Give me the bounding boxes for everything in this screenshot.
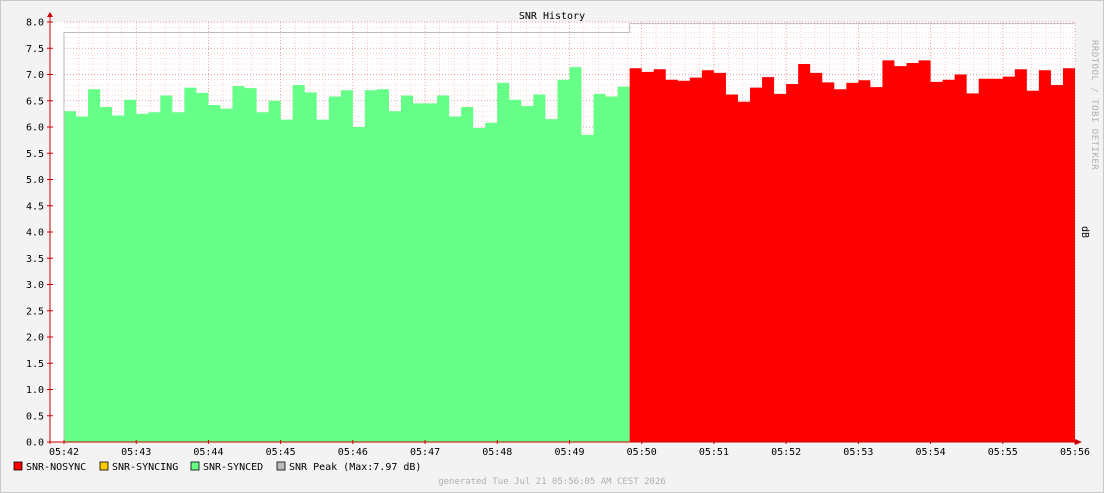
y-tick-labels: 0.0 0.5 1.0 1.5 2.0 2.5 3.0 3.5 4.0 4.5 5.0 5.5 6.0 6… bbox=[26, 18, 53, 449]
y-axis-label: dB bbox=[1079, 226, 1090, 238]
series-area-nosync bbox=[629, 60, 1075, 442]
y-tick-label: 7.5 bbox=[26, 44, 44, 55]
x-tick-label: 05:45 bbox=[266, 447, 296, 458]
x-tick-label: 05:50 bbox=[627, 447, 657, 458]
y-tick-label: 3.0 bbox=[26, 280, 44, 291]
x-tick-label: 05:52 bbox=[771, 447, 801, 458]
series-area-synced bbox=[64, 67, 630, 443]
y-tick-label: 2.5 bbox=[26, 306, 44, 317]
y-tick-label: 6.0 bbox=[26, 123, 44, 134]
legend-label-syncing: SNR-SYNCING bbox=[112, 462, 178, 473]
y-tick-label: 0.5 bbox=[26, 411, 44, 422]
x-tick-label: 05:44 bbox=[193, 447, 223, 458]
x-tick-label: 05:56 bbox=[1060, 447, 1090, 458]
y-tick-label: 6.5 bbox=[26, 96, 44, 107]
y-tick-label: 4.0 bbox=[26, 228, 44, 239]
x-tick-label: 05:43 bbox=[121, 447, 151, 458]
x-tick-labels: 05:42 05:43 05:44 05:45 05:46 05:47 05:48 05:49… bbox=[49, 440, 1090, 458]
y-tick-label: 1.5 bbox=[26, 359, 44, 370]
y-axis-arrow bbox=[47, 12, 53, 17]
x-tick-label: 05:42 bbox=[49, 447, 79, 458]
series-areas bbox=[64, 60, 1075, 443]
x-tick-label: 05:55 bbox=[988, 447, 1018, 458]
rrdtool-credit: RRDTOOL / TOBI OETIKER bbox=[1089, 40, 1099, 170]
y-tick-label: 3.5 bbox=[26, 254, 44, 265]
y-tick-label: 7.0 bbox=[26, 70, 44, 81]
legend-swatch-peak bbox=[276, 461, 286, 471]
y-tick-label: 4.5 bbox=[26, 201, 44, 212]
x-tick-label: 05:49 bbox=[554, 447, 584, 458]
y-tick-label: 8.0 bbox=[26, 18, 44, 29]
y-tick-label: 5.5 bbox=[26, 149, 44, 160]
x-tick-label: 05:53 bbox=[843, 447, 873, 458]
x-tick-label: 05:48 bbox=[482, 447, 512, 458]
y-tick-label: 5.0 bbox=[26, 175, 44, 186]
x-tick-label: 05:46 bbox=[338, 447, 368, 458]
y-tick-label: 1.0 bbox=[26, 385, 44, 396]
y-tick-label: 0.0 bbox=[26, 438, 44, 449]
x-tick-label: 05:47 bbox=[410, 447, 440, 458]
legend-swatch-syncing bbox=[99, 461, 109, 471]
x-tick-label: 05:51 bbox=[699, 447, 729, 458]
x-axis-arrow bbox=[1075, 439, 1082, 445]
legend-label-synced: SNR-SYNCED bbox=[203, 462, 263, 473]
x-tick-label: 05:54 bbox=[916, 447, 946, 458]
legend: SNR-NOSYNC SNR-SYNCING SNR-SYNCED SNR Peak … bbox=[13, 461, 421, 473]
generated-timestamp: generated Tue Jul 21 05:56:05 AM CEST 20… bbox=[438, 477, 666, 487]
legend-label-nosync: SNR-NOSYNC bbox=[26, 462, 86, 473]
legend-swatch-nosync bbox=[13, 461, 23, 471]
legend-swatch-synced bbox=[190, 461, 200, 471]
chart-title: SNR History bbox=[519, 11, 585, 22]
snr-history-chart: SNR History 0.0 0.5 1.0 1.5 2.0 2.5 3.0 3.5 4.0 4… bbox=[13, 11, 1099, 487]
y-tick-label: 2.0 bbox=[26, 333, 44, 344]
legend-label-peak: SNR Peak (Max:7.97 dB) bbox=[289, 462, 421, 473]
